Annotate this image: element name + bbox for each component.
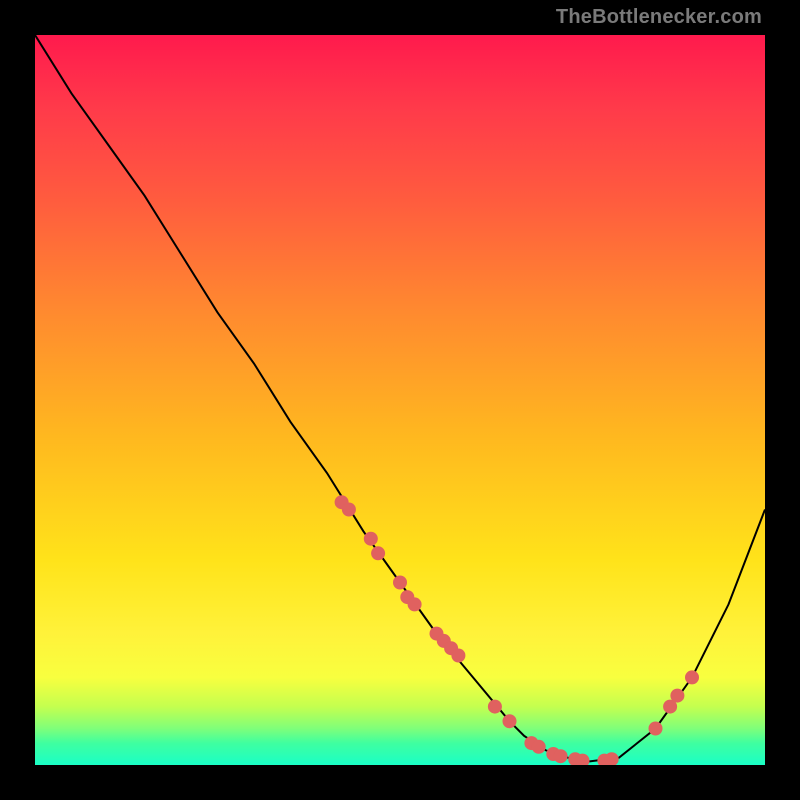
data-marker [451,649,465,663]
data-marker [393,576,407,590]
data-marker [371,546,385,560]
chart-svg [35,35,765,765]
data-marker [408,597,422,611]
bottleneck-curve [35,35,765,761]
data-marker [364,532,378,546]
data-marker [503,714,517,728]
data-marker [554,749,568,763]
watermark-text: TheBottlenecker.com [556,6,762,29]
data-marker [649,722,663,736]
data-marker [342,503,356,517]
data-marker [670,689,684,703]
data-marker [488,700,502,714]
data-marker [685,670,699,684]
marker-group [335,495,699,765]
data-marker [532,740,546,754]
plot-area [35,35,765,765]
